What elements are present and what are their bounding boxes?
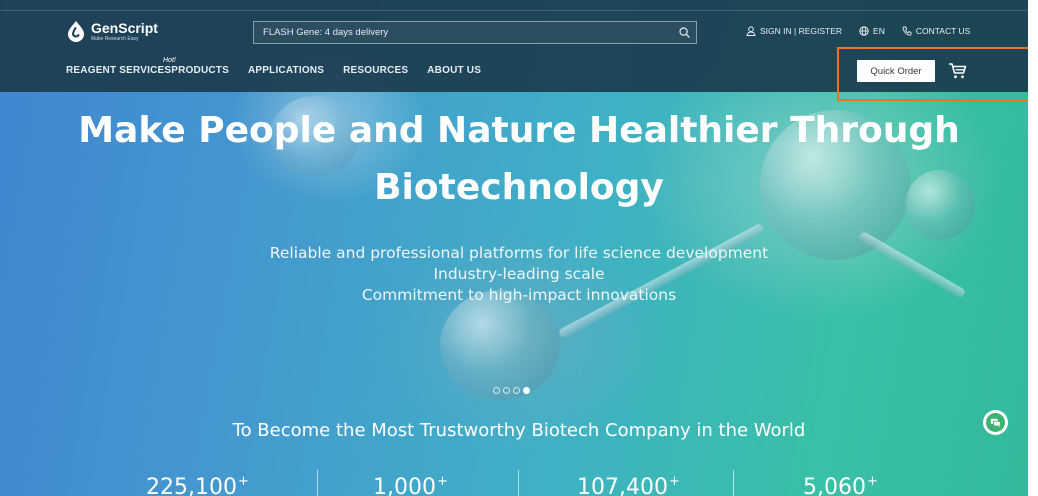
user-icon [746,26,756,36]
nav-item-about-us[interactable]: ABOUT US [427,65,481,76]
carousel-dots [493,387,533,394]
stat-divider [733,470,734,496]
mission-statement: To Become the Most Trustworthy Biotech C… [232,420,806,441]
search-input[interactable]: FLASH Gene: 4 days delivery [254,27,672,38]
hot-badge: Hot! [163,57,176,64]
contact-label: CONTACT US [915,26,971,36]
hero-subtitle: Reliable and professional platforms for … [0,243,1038,306]
carousel-dot[interactable] [513,387,520,394]
carousel-dot[interactable] [493,387,500,394]
stat-value: 107,400+ [577,474,680,496]
search-icon[interactable] [672,22,696,43]
stat-value: 1,000+ [373,474,448,496]
page: GenScript Make Research Easy FLASH Gene:… [0,0,1038,496]
nav-item-resources[interactable]: RESOURCES [343,65,408,76]
sign-in-label: SIGN IN | REGISTER [760,26,843,36]
hero-subtitle-line: Commitment to high-impact innovations [361,286,677,304]
language-selector[interactable]: EN [859,26,885,36]
molecule-sphere [440,290,560,400]
nav-item-applications[interactable]: APPLICATIONS [248,65,324,76]
main-nav: REAGENT SERVICES Hot! PRODUCTS APPLICATI… [66,57,481,76]
chat-button[interactable] [983,410,1008,435]
stat-value: 225,100+ [146,474,249,496]
chat-icon [986,413,1005,432]
language-label: EN [873,26,885,36]
globe-icon [859,26,869,36]
logo-drop-icon [66,20,86,42]
search-box[interactable]: FLASH Gene: 4 days delivery [253,21,697,44]
phone-icon [902,26,912,36]
sign-in-link[interactable]: SIGN IN | REGISTER [746,26,842,36]
genscript-logo[interactable]: GenScript Make Research Easy [66,20,158,42]
contact-us-link[interactable]: CONTACT US [902,26,970,36]
carousel-dot[interactable] [503,387,510,394]
stat-divider [518,470,519,496]
brand-tagline: Make Research Easy [91,35,139,42]
carousel-dot-active[interactable] [523,387,530,394]
annotation-highlight-box [837,47,1038,101]
stat-value: 5,060+ [803,474,878,496]
nav-item-reagent-services[interactable]: REAGENT SERVICES [66,65,171,76]
header-divider [0,10,1028,11]
stats-row: 225,100+ 1,000+ 107,400+ 5,060+ [0,470,1038,496]
utility-links: SIGN IN | REGISTER EN CONTACT US [746,26,970,36]
brand-name: GenScript [91,19,158,36]
page-edge [1028,0,1038,496]
hero-title: Make People and Nature Healthier Through… [78,110,960,208]
nav-item-products[interactable]: PRODUCTS [171,65,229,76]
hero-subtitle-line: Reliable and professional platforms for … [269,244,769,262]
hero-subtitle-line: Industry-leading scale [433,265,605,283]
stat-divider [317,470,318,496]
